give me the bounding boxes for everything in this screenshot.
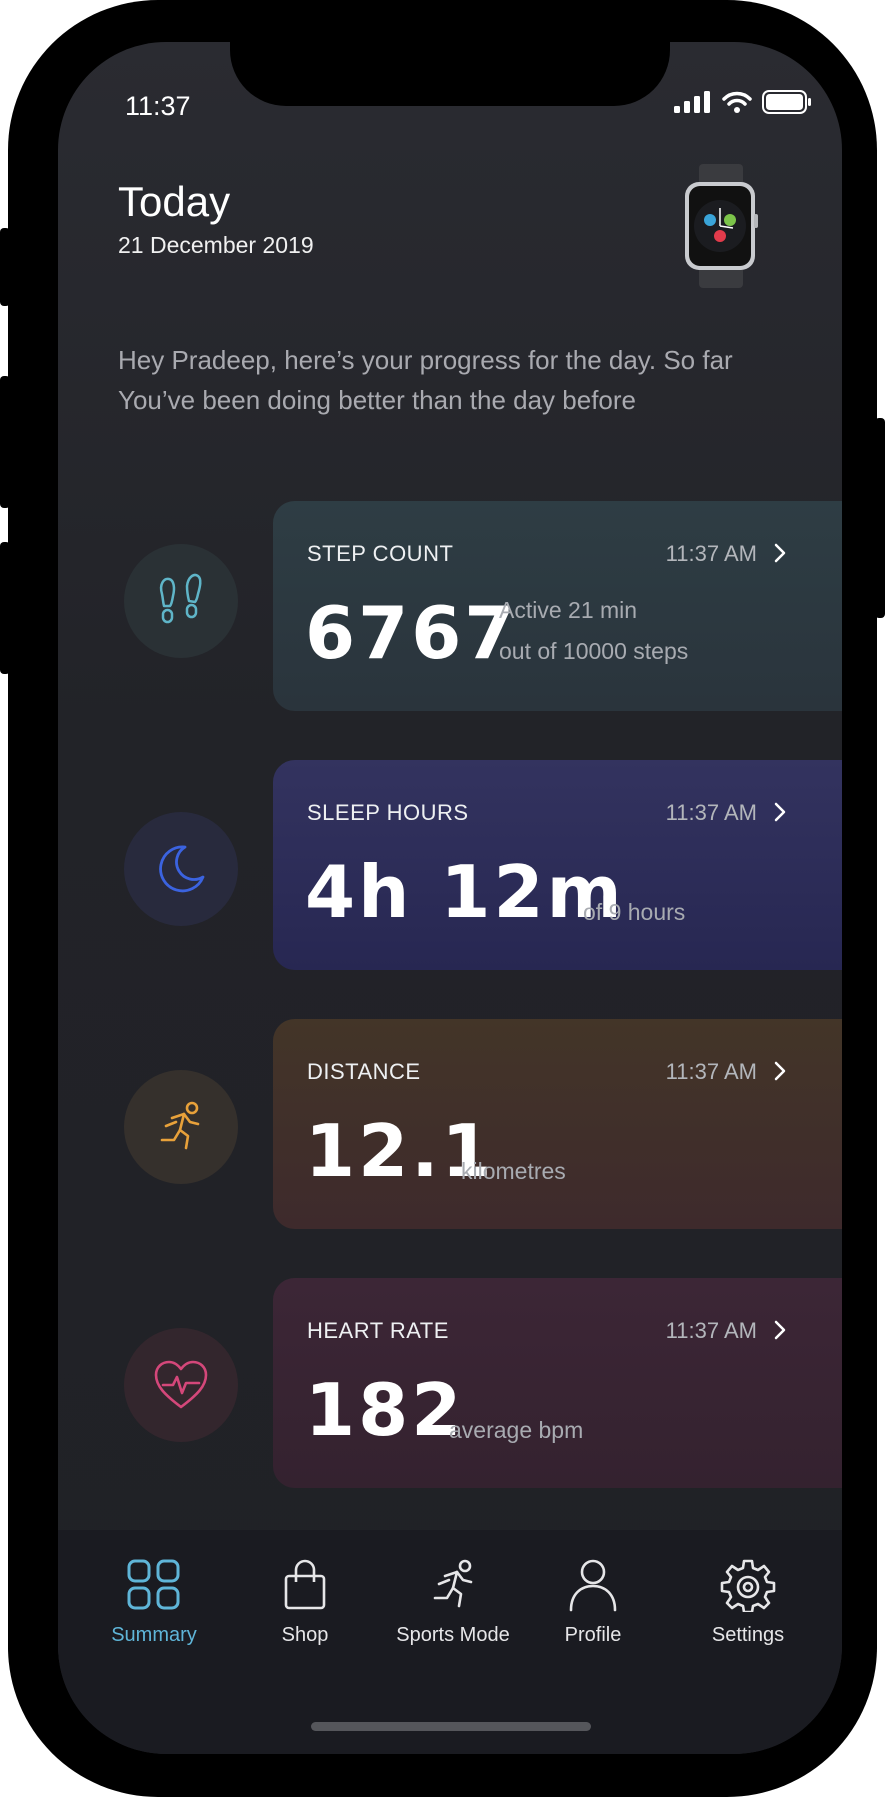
sleep-hours-value: 4h 12m bbox=[305, 850, 625, 934]
tab-shop-label: Shop bbox=[281, 1624, 329, 1646]
sleep-hours-card[interactable]: SLEEP HOURS 11:37 AM 4h 12m of 9 hours bbox=[273, 760, 842, 970]
bottom-tab-bar: Summary Shop Sports Mode Profile Setting… bbox=[58, 1530, 842, 1754]
status-icons bbox=[674, 90, 812, 114]
intro-text: Hey Pradeep, here’s your progress for th… bbox=[118, 345, 733, 415]
tab-sports-mode[interactable]: Sports Mode bbox=[373, 1558, 533, 1647]
step-count-active: Active 21 min bbox=[499, 597, 638, 623]
distance-unit: kilometres bbox=[461, 1158, 566, 1184]
tab-summary[interactable]: Summary bbox=[79, 1558, 229, 1647]
mute-switch bbox=[0, 228, 10, 306]
heart-rate-card[interactable]: HEART RATE 11:37 AM 182 average bpm bbox=[273, 1278, 842, 1488]
smartwatch-image[interactable] bbox=[683, 164, 759, 288]
heart-rate-unit: average bpm bbox=[449, 1417, 584, 1443]
step-count-goal: out of 10000 steps bbox=[499, 638, 689, 664]
heart-pulse-icon bbox=[154, 1360, 208, 1409]
status-time: 11:37 bbox=[125, 91, 191, 121]
footprints-icon bbox=[159, 573, 202, 624]
heart-rate-icon-circle bbox=[124, 1328, 238, 1442]
phone-frame: 11:37 Today 21 December 2019 Hey Pradeep… bbox=[0, 0, 885, 1797]
grid-icon bbox=[127, 1559, 180, 1610]
step-count-value: 6767 bbox=[305, 591, 518, 675]
battery-icon bbox=[762, 90, 811, 114]
wifi-icon bbox=[722, 91, 752, 113]
distance-card[interactable]: DISTANCE 11:37 AM 12.1 kilometres bbox=[273, 1019, 842, 1229]
page-date: 21 December 2019 bbox=[118, 232, 314, 258]
tab-profile[interactable]: Profile bbox=[518, 1558, 668, 1647]
tab-summary-label: Summary bbox=[111, 1624, 197, 1646]
chevron-right-icon[interactable] bbox=[769, 1318, 791, 1342]
sleep-hours-title: SLEEP HOURS bbox=[307, 800, 469, 825]
volume-up-button bbox=[0, 376, 10, 508]
step-count-card[interactable]: STEP COUNT 11:37 AM 6767 Active 21 min o… bbox=[273, 501, 842, 711]
power-button bbox=[875, 418, 885, 618]
heart-rate-title: HEART RATE bbox=[307, 1318, 449, 1343]
runner-icon bbox=[433, 1559, 473, 1608]
signal-icon bbox=[674, 91, 710, 113]
home-indicator[interactable] bbox=[311, 1722, 591, 1731]
person-icon bbox=[569, 1559, 617, 1612]
step-count-time: 11:37 AM bbox=[665, 541, 757, 566]
runner-icon bbox=[160, 1101, 200, 1150]
gear-icon bbox=[720, 1559, 776, 1612]
tab-settings[interactable]: Settings bbox=[673, 1558, 823, 1647]
sleep-icon-circle bbox=[124, 812, 238, 926]
tab-profile-label: Profile bbox=[564, 1624, 622, 1646]
sleep-hours-goal: of 9 hours bbox=[583, 899, 686, 925]
moon-icon bbox=[159, 845, 205, 893]
page-title: Today bbox=[118, 178, 231, 225]
distance-icon-circle bbox=[124, 1070, 238, 1184]
distance-time: 11:37 AM bbox=[665, 1059, 757, 1084]
heart-rate-time: 11:37 AM bbox=[665, 1318, 757, 1343]
heart-rate-value: 182 bbox=[305, 1368, 465, 1452]
notch bbox=[230, 42, 670, 106]
volume-down-button bbox=[0, 542, 10, 674]
screen: 11:37 Today 21 December 2019 Hey Pradeep… bbox=[58, 42, 842, 1754]
tab-settings-label: Settings bbox=[711, 1624, 785, 1646]
distance-title: DISTANCE bbox=[307, 1059, 421, 1084]
bag-icon bbox=[284, 1559, 326, 1610]
step-count-title: STEP COUNT bbox=[307, 541, 454, 566]
step-count-icon-circle bbox=[124, 544, 238, 658]
sleep-hours-time: 11:37 AM bbox=[665, 800, 757, 825]
chevron-right-icon[interactable] bbox=[769, 800, 791, 824]
tab-sports-mode-label: Sports Mode bbox=[396, 1624, 510, 1646]
tab-shop[interactable]: Shop bbox=[230, 1558, 380, 1647]
chevron-right-icon[interactable] bbox=[769, 541, 791, 565]
chevron-right-icon[interactable] bbox=[769, 1059, 791, 1083]
